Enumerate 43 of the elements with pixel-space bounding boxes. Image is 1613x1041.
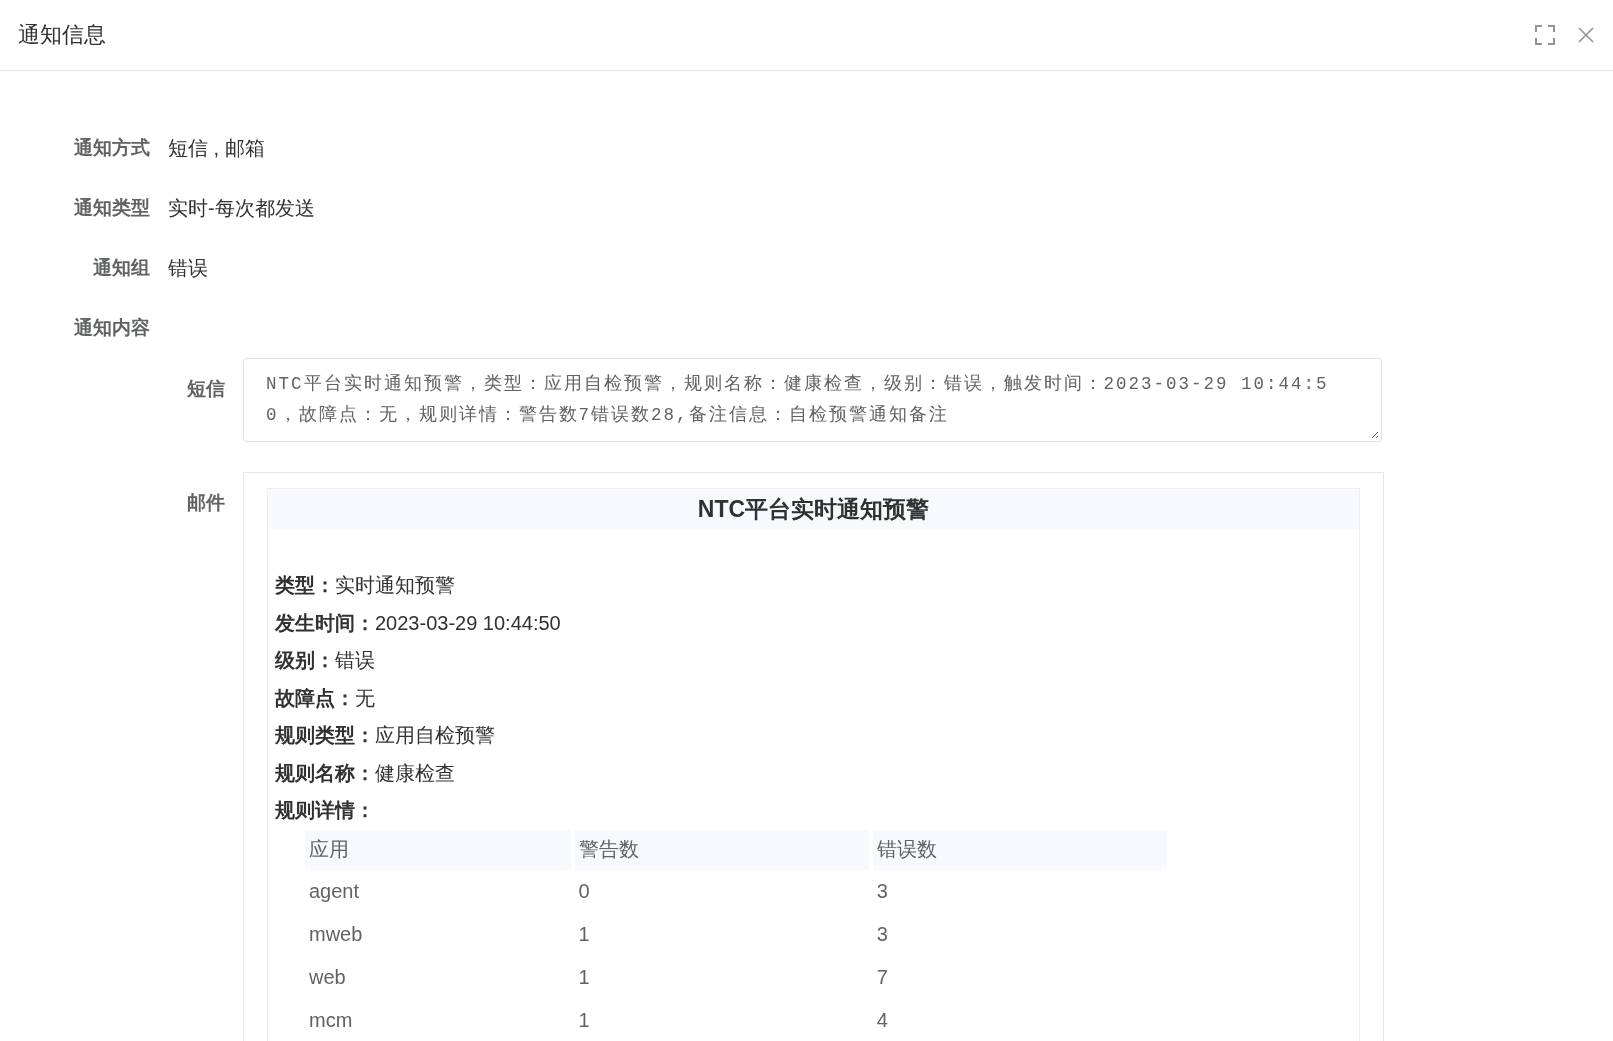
table-cell-text: 7: [875, 964, 889, 990]
table-cell-text: 1: [577, 1007, 591, 1033]
email-field-value: 健康检查: [375, 760, 455, 786]
dialog-title: 通知信息: [18, 21, 106, 49]
field-label: 通知类型: [73, 196, 150, 220]
email-field-label: 规则名称：: [275, 760, 375, 786]
table-cell-text: 0: [577, 878, 591, 904]
column-header: 警告数: [574, 829, 869, 870]
field-label: 短信: [186, 377, 225, 401]
email-field-value: 应用自检预警: [375, 723, 495, 749]
field-label: 通知组: [92, 256, 150, 280]
table-cell-text: web: [308, 964, 347, 990]
email-field-value: 实时通知预警: [335, 573, 455, 599]
email-field-label: 规则详情：: [275, 798, 375, 824]
column-header: 应用: [305, 829, 571, 870]
field-value: 错误: [168, 255, 208, 281]
field-label: 邮件: [186, 491, 225, 515]
email-field-value: 2023-03-29 10:44:50: [375, 611, 561, 635]
table-cell-text: 3: [875, 878, 889, 904]
table-cell-text: 1: [577, 921, 591, 947]
email-field-label: 级别：: [275, 648, 335, 674]
table-cell-text: 3: [875, 921, 889, 947]
table-cell-text: mcm: [308, 1007, 354, 1033]
field-label: 通知内容: [73, 316, 150, 340]
table-cell-text: 1: [577, 964, 591, 990]
email-heading: NTC平台实时通知预警: [268, 489, 1359, 529]
email-field-label: 规则类型：: [275, 723, 375, 749]
sms-text-area[interactable]: NTC平台实时通知预警，类型：应用自检预警，规则名称：健康检查，级别：错误，触发时间：2023-03-29 10:44:50，故障点：无，规则详情：警告数7错误数28,备注信息：自检预警通知备注: [243, 358, 1382, 442]
field-label: 通知方式: [73, 136, 150, 160]
email-field-value: 错误: [335, 648, 375, 674]
close-icon[interactable]: [1577, 26, 1595, 44]
email-field-label: 故障点：: [275, 685, 355, 711]
column-header: 错误数: [872, 829, 1167, 870]
field-value: 实时-每次都发送: [168, 195, 315, 221]
table-cell-text: 4: [875, 1007, 889, 1033]
email-field-label: 发生时间：: [275, 610, 375, 636]
table-cell-text: agent: [308, 878, 361, 904]
email-field-label: 类型：: [275, 573, 335, 599]
fullscreen-icon[interactable]: [1535, 25, 1555, 45]
email-field-value: 无: [355, 685, 375, 711]
resize-handle-icon[interactable]: [1369, 429, 1379, 439]
table-cell-text: mweb: [308, 921, 364, 947]
field-value: 短信 , 邮箱: [168, 135, 265, 161]
